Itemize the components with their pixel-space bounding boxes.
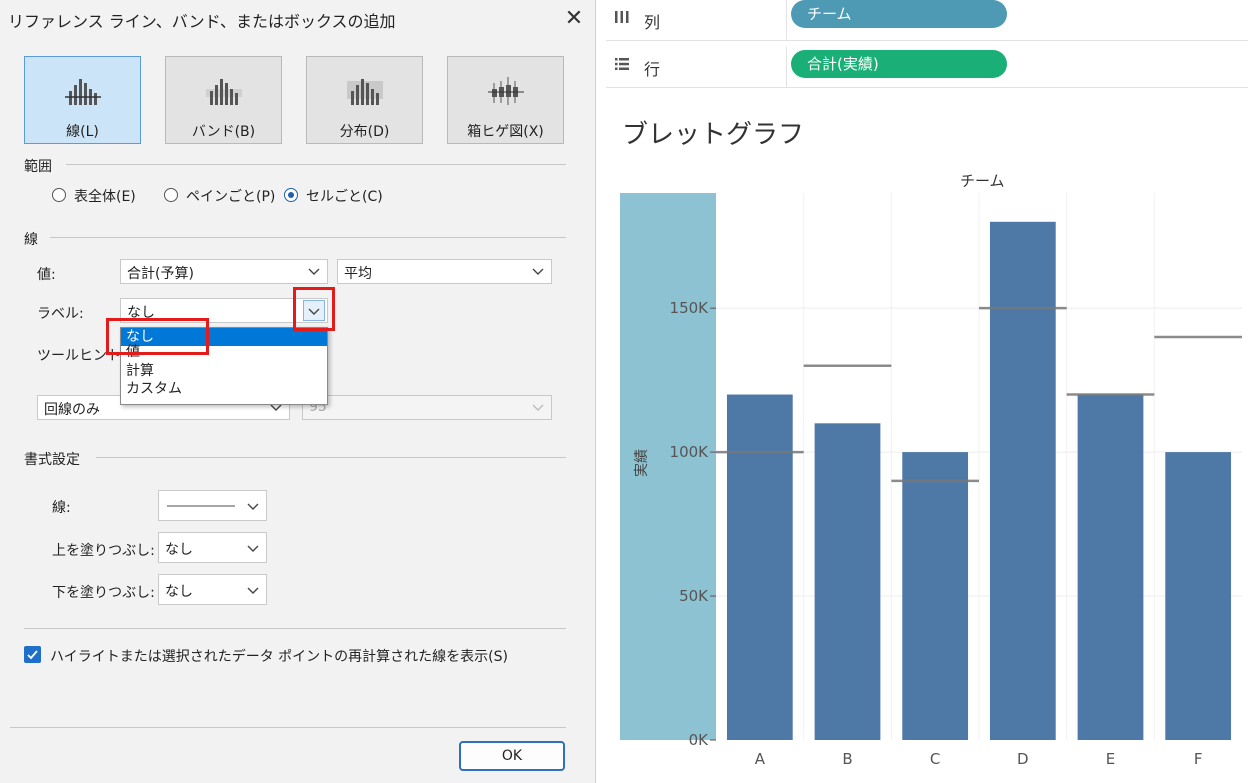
reference-line-dialog: リファレンス ライン、バンド、またはボックスの追加 ✕ 線(L) バンド(B) …	[0, 0, 596, 783]
shelf-divider	[786, 0, 787, 40]
shelf-divider	[786, 47, 787, 87]
checkbox-divider	[24, 628, 566, 629]
format-header: 書式設定	[24, 452, 80, 468]
chevron-down-icon	[532, 404, 544, 411]
type-line-button[interactable]: 線(L)	[24, 56, 141, 144]
value-label: 値:	[37, 267, 56, 283]
chevron-down-icon	[308, 268, 320, 275]
bar	[1165, 452, 1232, 740]
type-boxplot-label: 箱ヒゲ図(X)	[467, 124, 544, 140]
line-style-select[interactable]	[158, 490, 267, 521]
chevron-down-icon	[247, 545, 259, 552]
line-divider	[50, 237, 566, 238]
line-style-preview	[167, 505, 235, 507]
bar	[902, 452, 969, 740]
type-boxplot-button[interactable]: 箱ヒゲ図(X)	[447, 56, 564, 144]
chevron-down-icon	[247, 503, 259, 510]
radio-circle-selected	[284, 188, 298, 202]
type-distribution-label: 分布(D)	[339, 124, 390, 140]
fill-below-text: なし	[165, 584, 193, 600]
columns-pill[interactable]: チーム	[791, 0, 1007, 28]
y-tick-label: 0K	[689, 731, 710, 749]
aggregation-select[interactable]: 平均	[337, 259, 552, 284]
dialog-title: リファレンス ライン、バンド、またはボックスの追加	[8, 12, 396, 31]
rows-icon	[614, 57, 630, 75]
bar	[814, 423, 881, 740]
boxplot-icon	[488, 77, 524, 105]
x-tick-label: F	[1194, 750, 1203, 768]
fill-below-label: 下を塗りつぶし:	[52, 585, 155, 601]
scope-header: 範囲	[24, 159, 52, 175]
recalc-checkbox[interactable]	[24, 646, 41, 663]
value-field-text: 合計(予算)	[127, 266, 194, 282]
scope-divider	[66, 164, 566, 165]
x-tick-label: E	[1106, 750, 1115, 768]
scope-pane-label: ペインごと(P)	[186, 189, 276, 205]
close-icon[interactable]: ✕	[561, 6, 587, 32]
aggregation-text: 平均	[344, 266, 372, 282]
y-axis-label: 実績	[634, 449, 650, 477]
format-line-label: 線:	[52, 500, 71, 516]
band-chart-icon	[206, 79, 242, 105]
columns-icon	[614, 10, 630, 28]
confidence-select: 95	[302, 395, 552, 420]
chevron-down-icon	[247, 587, 259, 594]
dropdown-option-calc[interactable]: 計算	[121, 362, 327, 380]
rows-shelf: 行 合計(実績)	[606, 47, 1248, 88]
fill-above-label: 上を塗りつぶし:	[52, 543, 155, 559]
type-band-label: バンド(B)	[191, 124, 256, 140]
fill-above-select[interactable]: なし	[158, 532, 267, 563]
bar	[726, 394, 793, 740]
chevron-down-icon	[532, 268, 544, 275]
format-divider	[96, 457, 566, 458]
x-tick-label: B	[842, 750, 852, 768]
fill-above-text: なし	[165, 542, 193, 558]
y-tick-label: 50K	[679, 587, 709, 605]
columns-shelf: 列 チーム	[606, 0, 1248, 41]
radio-circle	[52, 188, 66, 202]
label-label: ラベル:	[37, 306, 84, 322]
type-line-label: 線(L)	[66, 124, 99, 140]
line-chart-icon	[65, 79, 101, 105]
fill-below-select[interactable]: なし	[158, 574, 267, 605]
scope-table-label: 表全体(E)	[74, 189, 136, 205]
bullet-chart: 0K 50K 100K 150K 実績 A B C D E F	[620, 193, 1242, 768]
type-distribution-button[interactable]: 分布(D)	[306, 56, 423, 144]
rows-pill[interactable]: 合計(実績)	[791, 50, 1007, 78]
x-tick-label: D	[1017, 750, 1029, 768]
checkmark-icon	[27, 650, 38, 660]
recalc-checkbox-label: ハイライトまたは選択されたデータ ポイントの再計算された線を表示(S)	[50, 649, 508, 665]
columns-shelf-label: 列	[644, 13, 661, 32]
line-header: 線	[24, 232, 38, 248]
highlight-box-option	[106, 318, 209, 355]
sheet-title: ブレットグラフ	[622, 120, 805, 150]
type-band-button[interactable]: バンド(B)	[165, 56, 282, 144]
dropdown-option-custom[interactable]: カスタム	[121, 380, 327, 398]
distribution-chart-icon	[347, 79, 383, 105]
y-tick-label: 100K	[670, 443, 710, 461]
footer-divider	[10, 727, 566, 728]
scope-cell-label: セルごと(C)	[306, 189, 383, 205]
bar	[989, 221, 1056, 740]
x-tick-label: A	[755, 750, 766, 768]
y-tick-label: 150K	[670, 299, 710, 317]
highlight-box-toggle	[293, 287, 335, 331]
display-mode-text: 回線のみ	[44, 402, 100, 418]
rows-shelf-label: 行	[644, 60, 661, 79]
radio-circle	[164, 188, 178, 202]
x-tick-label: C	[930, 750, 940, 768]
bar	[1077, 394, 1144, 740]
value-field-select[interactable]: 合計(予算)	[120, 259, 328, 284]
ok-button[interactable]: OK	[459, 741, 565, 771]
